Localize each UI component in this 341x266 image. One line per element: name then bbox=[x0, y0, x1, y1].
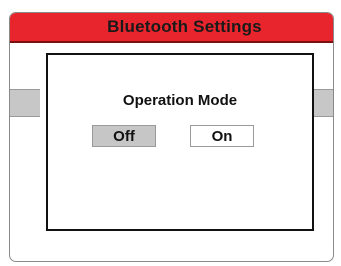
off-option-button[interactable]: Off bbox=[92, 125, 156, 147]
operation-mode-dialog: Operation Mode Off On bbox=[46, 53, 314, 231]
title-bar: Bluetooth Settings bbox=[10, 13, 333, 43]
window-title: Bluetooth Settings bbox=[107, 17, 262, 36]
device-screen: Bluetooth Settings Operation Mode Off On bbox=[9, 12, 334, 262]
background-menu-row-left bbox=[10, 89, 40, 117]
operation-mode-label: Operation Mode bbox=[122, 92, 238, 109]
on-option-button[interactable]: On bbox=[190, 125, 254, 147]
